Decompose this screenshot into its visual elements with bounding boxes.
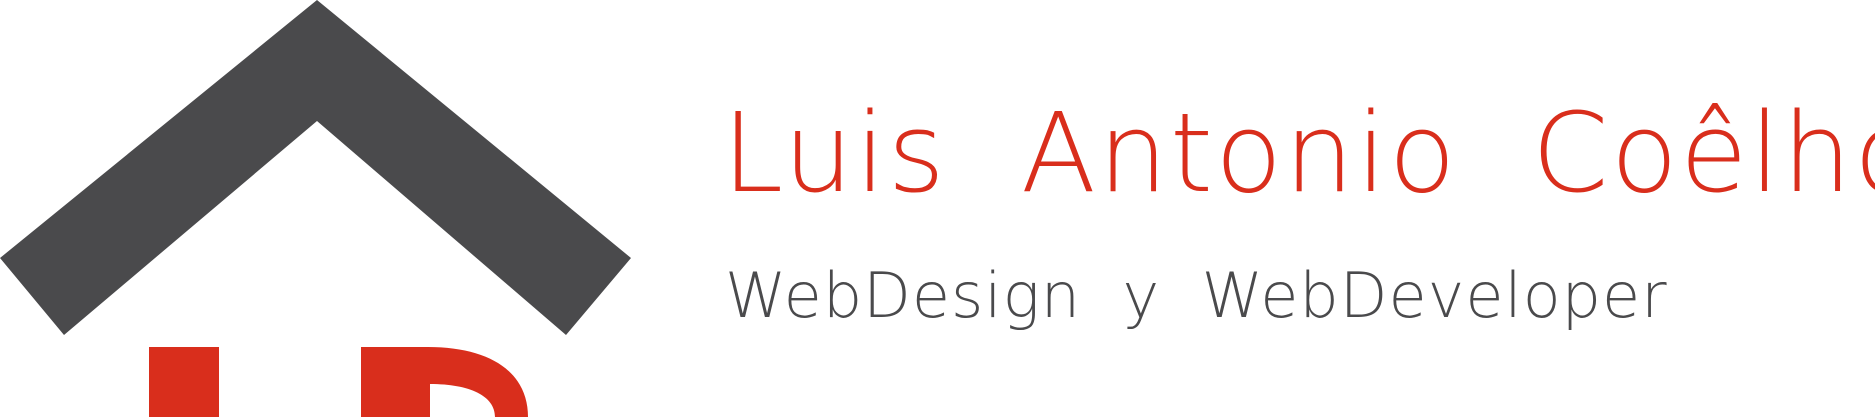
house-roof-logo-icon [0,0,631,417]
logo-block-left [149,347,219,417]
logo-letter-d [361,347,528,417]
brand-tagline: WebDesign y WebDeveloper [725,259,1668,332]
roof-shape [0,0,631,335]
brand-name: Luis Antonio Coêlho [722,89,1875,217]
